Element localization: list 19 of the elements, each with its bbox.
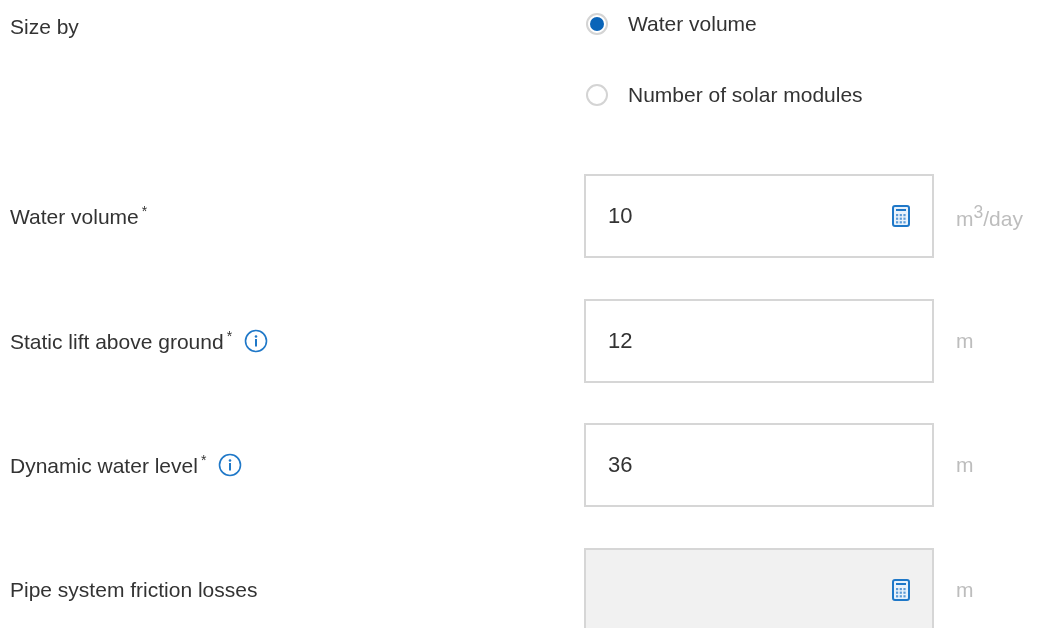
field-label: Size by xyxy=(10,15,79,39)
unit-label: m$^{3}$/day xyxy=(956,201,1024,231)
unit-label: m xyxy=(956,453,975,477)
unit-label: m xyxy=(956,577,975,602)
field-label: Water volume$^{*}$ xyxy=(10,203,148,229)
input-field[interactable]: 36 xyxy=(584,423,934,507)
info-icon[interactable] xyxy=(244,328,269,353)
radio-button[interactable] xyxy=(586,13,608,35)
input-field[interactable]: 12 xyxy=(584,298,934,383)
radio-button[interactable] xyxy=(586,84,608,106)
radio-option[interactable]: Water volume xyxy=(586,0,934,48)
calculator-icon[interactable] xyxy=(892,205,910,227)
field-label: Pipe system friction losses xyxy=(10,577,258,602)
input-field[interactable]: 10 xyxy=(584,174,934,258)
field-label: Static lift above ground$^{*}$ xyxy=(10,327,233,354)
radio-option[interactable]: Number of solar modules xyxy=(586,71,934,119)
unit-label: m xyxy=(956,328,975,353)
field-label: Dynamic water level$^{*}$ xyxy=(10,452,207,478)
info-icon[interactable] xyxy=(218,453,243,477)
